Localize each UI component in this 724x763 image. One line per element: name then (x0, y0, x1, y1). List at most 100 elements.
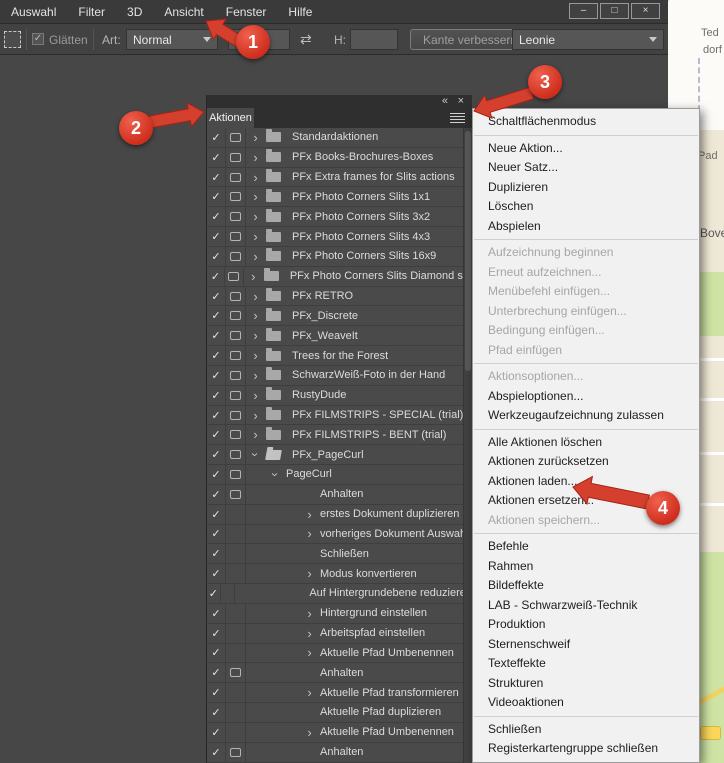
action-row[interactable]: ✓›PFx Photo Corners Slits Diamond s... (207, 267, 472, 287)
item-enable-toggle[interactable]: ✓ (207, 703, 226, 722)
dialog-toggle[interactable] (226, 128, 246, 147)
action-label[interactable]: PFx_PageCurl (292, 449, 364, 461)
menu-item[interactable]: Befehle (473, 537, 699, 557)
height-field[interactable] (350, 29, 398, 50)
action-row[interactable]: ✓›Aktuelle Pfad duplizieren (207, 703, 472, 723)
dialog-toggle[interactable] (226, 544, 246, 563)
action-label[interactable]: Aktuelle Pfad duplizieren (320, 706, 441, 718)
menu-hilfe[interactable]: Hilfe (277, 0, 323, 24)
item-enable-toggle[interactable]: ✓ (207, 584, 221, 603)
action-row[interactable]: ✓›Auf Hintergrundebene reduzieren (207, 584, 472, 604)
menu-item[interactable]: Werkzeugaufzeichnung zulassen (473, 406, 699, 426)
action-row[interactable]: ✓›Aktuelle Pfad Umbenennen (207, 723, 472, 743)
menu-item[interactable]: Alle Aktionen löschen (473, 433, 699, 453)
menu-item[interactable]: Löschen (473, 197, 699, 217)
action-row[interactable]: ✓›Modus konvertieren (207, 564, 472, 584)
expand-arrow-icon[interactable]: › (250, 230, 261, 243)
action-row[interactable]: ✓›RustyDude (207, 386, 472, 406)
menu-item[interactable]: Videoaktionen (473, 693, 699, 713)
expand-arrow-icon[interactable]: › (304, 607, 315, 620)
action-row[interactable]: ✓ › PFx Photo Corners Slits 1x1 (207, 187, 472, 207)
dialog-toggle[interactable] (226, 227, 246, 246)
collapse-panel-icon[interactable]: « (442, 95, 447, 107)
item-enable-toggle[interactable]: ✓ (207, 207, 226, 226)
item-enable-toggle[interactable]: ✓ (207, 227, 226, 246)
menu-filter[interactable]: Filter (67, 0, 116, 24)
item-enable-toggle[interactable]: ✓ (207, 624, 226, 643)
expand-arrow-icon[interactable]: › (304, 686, 315, 699)
expand-arrow-icon[interactable]: › (250, 369, 261, 382)
expand-arrow-icon[interactable]: › (250, 290, 261, 303)
expand-arrow-icon[interactable]: › (250, 190, 261, 203)
close-button[interactable]: × (631, 3, 660, 19)
menu-item[interactable]: Bildeffekte (473, 576, 699, 596)
item-enable-toggle[interactable]: ✓ (207, 287, 226, 306)
item-enable-toggle[interactable]: ✓ (207, 544, 226, 563)
action-label[interactable]: PFx Books-Brochures-Boxes (292, 151, 433, 163)
expand-arrow-icon[interactable]: › (304, 567, 315, 580)
menu-item[interactable]: Abspielen (473, 217, 699, 237)
dialog-toggle[interactable] (226, 247, 246, 266)
action-row[interactable]: ✓›PFx Photo Corners Slits 16x9 (207, 247, 472, 267)
action-row[interactable]: ✓›PFx FILMSTRIPS - SPECIAL (trial) (207, 406, 472, 426)
item-enable-toggle[interactable]: ✓ (207, 683, 226, 702)
action-label[interactable]: PFx Photo Corners Slits 16x9 (292, 250, 436, 262)
menu-item[interactable]: Duplizieren (473, 178, 699, 198)
dialog-toggle[interactable] (226, 604, 246, 623)
item-enable-toggle[interactable]: ✓ (207, 306, 226, 325)
expand-arrow-icon[interactable]: › (250, 151, 261, 164)
action-row[interactable]: ✓›PFx Photo Corners Slits 3x2 (207, 207, 472, 227)
menu-auswahl[interactable]: Auswahl (0, 0, 67, 24)
action-row[interactable]: ✓›Aktuelle Pfad transformieren (207, 683, 472, 703)
collapse-arrow-icon[interactable]: › (249, 449, 262, 460)
item-enable-toggle[interactable]: ✓ (207, 366, 226, 385)
action-row[interactable]: ✓›Anhalten (207, 485, 472, 505)
expand-arrow-icon[interactable]: › (250, 329, 261, 342)
item-enable-toggle[interactable]: ✓ (207, 406, 226, 425)
action-label[interactable]: vorheriges Dokument Auswahl (320, 528, 469, 540)
action-label[interactable]: PFx Photo Corners Slits Diamond s... (290, 270, 472, 282)
action-label[interactable]: Schließen (320, 548, 369, 560)
action-row[interactable]: ✓›PFx FILMSTRIPS - BENT (trial) (207, 425, 472, 445)
menu-item[interactable]: Neuer Satz... (473, 158, 699, 178)
action-label[interactable]: Aktuelle Pfad Umbenennen (320, 647, 454, 659)
menu-item[interactable]: Texteffekte (473, 654, 699, 674)
action-label[interactable]: Arbeitspfad einstellen (320, 627, 425, 639)
menu-item[interactable]: Abspieloptionen... (473, 387, 699, 407)
item-enable-toggle[interactable]: ✓ (207, 168, 226, 187)
expand-arrow-icon[interactable]: › (304, 508, 315, 521)
expand-arrow-icon[interactable]: › (304, 627, 315, 640)
item-enable-toggle[interactable]: ✓ (207, 386, 226, 405)
item-enable-toggle[interactable]: ✓ (207, 187, 226, 206)
panel-menu-icon[interactable] (450, 113, 465, 125)
action-label[interactable]: PFx Photo Corners Slits 3x2 (292, 211, 430, 223)
menu-item[interactable]: Aktionen zurücksetzen (473, 452, 699, 472)
menu-item[interactable]: Rahmen (473, 557, 699, 577)
action-label[interactable]: PFx Photo Corners Slits 1x1 (292, 191, 430, 203)
action-label[interactable]: Anhalten (320, 746, 363, 758)
dialog-toggle[interactable] (226, 525, 246, 544)
action-row[interactable]: ✓›PFx_WeaveIt (207, 326, 472, 346)
action-label[interactable]: Anhalten (320, 667, 363, 679)
dialog-toggle[interactable] (226, 168, 246, 187)
dialog-toggle[interactable] (226, 703, 246, 722)
item-enable-toggle[interactable]: ✓ (207, 346, 226, 365)
dialog-toggle[interactable] (226, 465, 246, 484)
expand-arrow-icon[interactable]: › (250, 428, 261, 441)
tab-aktionen[interactable]: Aktionen (207, 108, 254, 128)
item-enable-toggle[interactable]: ✓ (207, 505, 226, 524)
dialog-toggle[interactable] (221, 584, 236, 603)
item-enable-toggle[interactable]: ✓ (207, 604, 226, 623)
item-enable-toggle[interactable]: ✓ (207, 743, 226, 762)
action-row[interactable]: ✓›Standardaktionen (207, 128, 472, 148)
action-label[interactable]: Modus konvertieren (320, 568, 417, 580)
scrollbar-thumb[interactable] (465, 131, 471, 371)
action-row[interactable]: ✓›PageCurl (207, 465, 472, 485)
dialog-toggle[interactable] (226, 723, 246, 742)
dialog-toggle[interactable] (226, 187, 246, 206)
menu-item[interactable]: Schließen (473, 720, 699, 740)
item-enable-toggle[interactable]: ✓ (207, 485, 226, 504)
action-label[interactable]: Trees for the Forest (292, 350, 388, 362)
dialog-toggle[interactable] (226, 683, 246, 702)
expand-arrow-icon[interactable]: › (250, 171, 261, 184)
